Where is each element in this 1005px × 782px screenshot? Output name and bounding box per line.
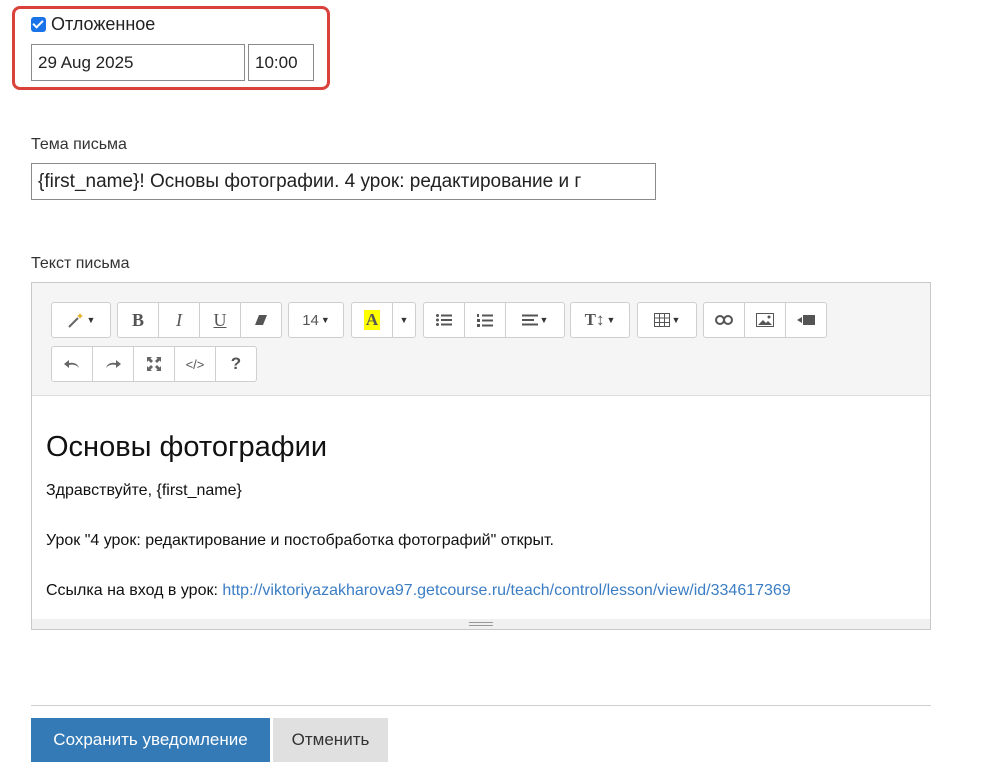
text-color-button[interactable]: A [351, 302, 393, 338]
font-size-dropdown[interactable]: 14 ▼ [288, 302, 344, 338]
link-prefix: Ссылка на вход в урок: [46, 582, 223, 599]
numbered-list-icon [477, 313, 493, 327]
delayed-checkbox-row[interactable]: Отложенное [31, 14, 155, 35]
image-button[interactable] [744, 302, 786, 338]
bold-icon: B [131, 309, 144, 330]
code-icon: </> [185, 356, 205, 372]
date-input[interactable]: 29 Aug 2025 [31, 44, 245, 81]
align-icon [521, 314, 538, 326]
content-heading: Основы фотографии [46, 431, 328, 463]
link-icon [715, 315, 733, 325]
content-lesson-line: Урок "4 урок: редактирование и постобраб… [46, 532, 554, 549]
fullscreen-icon [147, 357, 161, 371]
font-size-value: 14 [302, 311, 319, 329]
magic-wand-button[interactable]: ▼ [51, 302, 111, 338]
save-notification-button[interactable]: Сохранить уведомление [31, 718, 270, 762]
content-greeting: Здравствуйте, {first_name} [46, 482, 242, 499]
redo-icon [106, 360, 121, 368]
italic-icon: I [176, 309, 182, 330]
align-dropdown[interactable]: ▼ [505, 302, 565, 338]
resize-grip-icon [469, 622, 493, 626]
fullscreen-button[interactable] [133, 346, 175, 382]
code-view-button[interactable]: </> [174, 346, 216, 382]
help-icon: ? [230, 354, 242, 373]
bullet-list-button[interactable] [423, 302, 465, 338]
line-height-icon: T↕ [584, 310, 605, 329]
bullet-list-icon [436, 314, 452, 326]
table-icon [653, 313, 670, 327]
highlight-a-icon: A [363, 310, 381, 330]
underline-icon: U [213, 309, 227, 330]
text-color-dropdown[interactable]: ▼ [392, 302, 416, 338]
divider [31, 705, 931, 706]
delayed-checkbox[interactable] [31, 17, 46, 32]
table-dropdown[interactable]: ▼ [637, 302, 697, 338]
editor-toolbar: ▼ B I U 14 ▼ A ▼ ▼ T↕ ▼ ▼ </> ? [32, 283, 930, 396]
help-button[interactable]: ? [215, 346, 257, 382]
undo-button[interactable] [51, 346, 93, 382]
numbered-list-button[interactable] [464, 302, 506, 338]
subject-input[interactable]: {first_name}! Основы фотографии. 4 урок:… [31, 163, 656, 200]
editor-resize-handle[interactable] [32, 619, 930, 629]
bold-button[interactable]: B [117, 302, 159, 338]
eraser-icon [255, 315, 267, 325]
video-button[interactable] [785, 302, 827, 338]
video-icon [797, 315, 815, 325]
link-button[interactable] [703, 302, 745, 338]
line-height-dropdown[interactable]: T↕ ▼ [570, 302, 630, 338]
magic-wand-icon [67, 313, 83, 328]
italic-button[interactable]: I [158, 302, 200, 338]
lesson-link[interactable]: http://viktoriyazakharova97.getcourse.ru… [222, 582, 790, 599]
subject-label: Тема письма [31, 136, 127, 153]
time-input[interactable]: 10:00 [248, 44, 314, 81]
body-label: Текст письма [31, 255, 130, 272]
underline-button[interactable]: U [199, 302, 241, 338]
cancel-button[interactable]: Отменить [273, 718, 388, 762]
redo-button[interactable] [92, 346, 134, 382]
rich-text-editor: ▼ B I U 14 ▼ A ▼ ▼ T↕ ▼ ▼ </> ? Основы ф… [31, 282, 931, 630]
undo-icon [64, 360, 79, 368]
content-link-line: Ссылка на вход в урок: http://viktoriyaz… [46, 582, 791, 600]
clear-format-button[interactable] [240, 302, 282, 338]
image-icon [756, 313, 774, 327]
delayed-label: Отложенное [51, 14, 156, 34]
